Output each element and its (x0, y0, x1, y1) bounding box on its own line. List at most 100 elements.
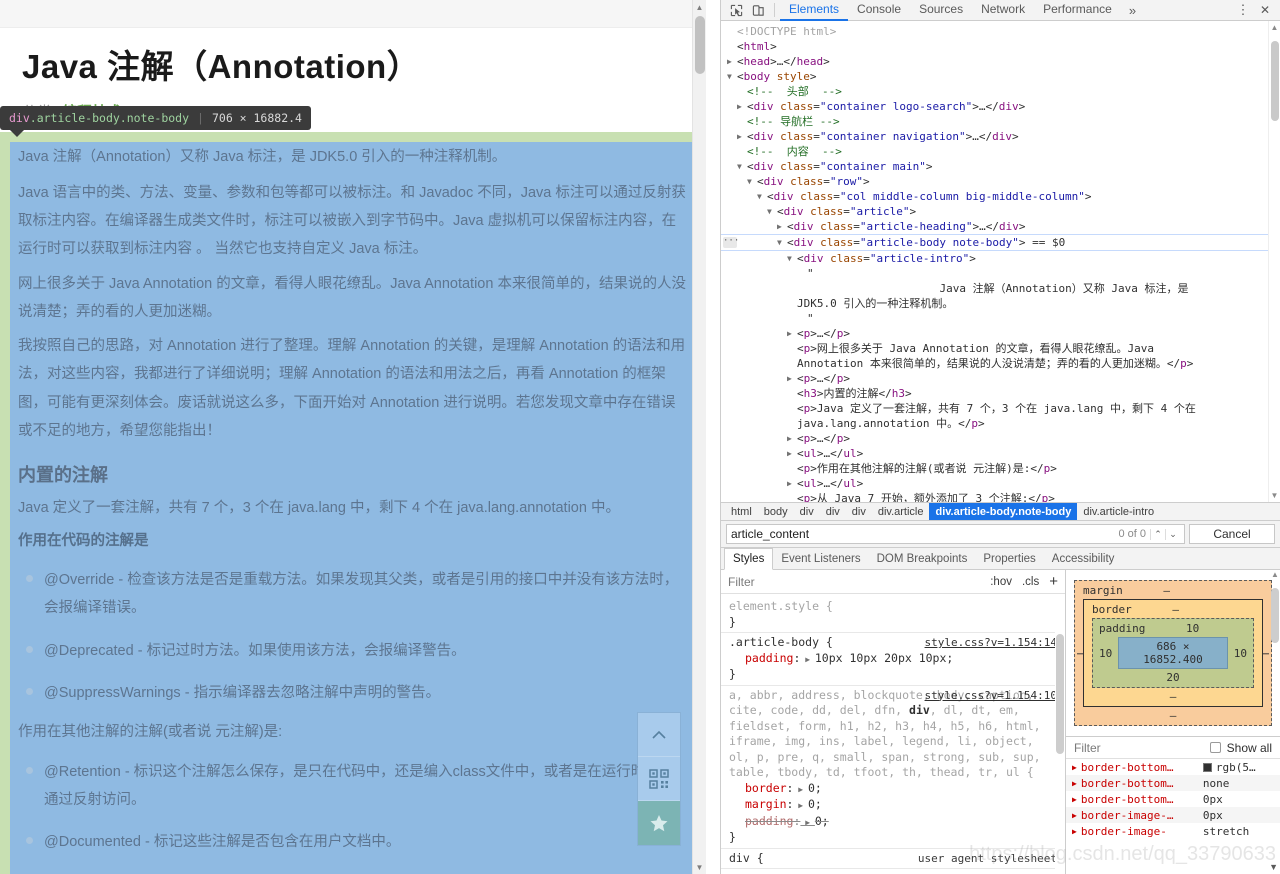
styles-filter-input[interactable]: Filter (728, 575, 980, 589)
margin-bottom-value[interactable]: – (1083, 709, 1263, 722)
dom-node[interactable]: ▼ <body style> (721, 69, 1280, 84)
computed-property-row[interactable]: ▶ border-bottom… none (1066, 775, 1280, 791)
back-to-top-button[interactable] (638, 713, 680, 757)
expand-triangle-icon[interactable]: ▶ (737, 114, 747, 129)
expand-triangle-icon[interactable]: ▶ (797, 266, 807, 281)
dom-node[interactable]: ▶<!-- 导航栏 --> (721, 114, 1280, 129)
dom-node[interactable]: ▶" (721, 311, 1280, 326)
expand-triangle-icon[interactable]: ▶ (787, 341, 797, 356)
dom-node[interactable]: ▶ <div class="container logo-search">…</d… (721, 99, 1280, 114)
expand-triangle-icon[interactable]: ▶ (787, 371, 797, 386)
dom-node[interactable]: ▶ <head>…</head> (721, 54, 1280, 69)
padding-bottom-value[interactable]: 20 (1099, 671, 1247, 684)
dom-tree[interactable]: ▶<!DOCTYPE html>▶<html>▶<head>…</head>▼<… (721, 21, 1280, 502)
dom-node[interactable]: ▶ <p>…</p> (721, 371, 1280, 386)
collapse-triangle-icon[interactable]: ▼ (767, 204, 777, 219)
inspect-element-icon[interactable] (725, 1, 747, 20)
css-property[interactable]: padding: ▶ 0; (729, 814, 1057, 831)
scroll-up-arrow-icon[interactable]: ▲ (693, 0, 706, 14)
css-rule[interactable]: .article-body {style.css?v=1.154:14 paddi… (721, 633, 1065, 686)
dom-scrollbar-thumb[interactable] (1271, 41, 1279, 121)
tab-network[interactable]: Network (972, 0, 1034, 21)
dom-scroll-down-icon[interactable]: ▼ (1269, 491, 1280, 500)
dom-node[interactable]: ▶<p>Java 定义了一套注解，共有 7 个，3 个在 java.lang 中… (721, 401, 1280, 416)
dom-overflow-badge[interactable]: ··· (723, 237, 739, 248)
css-rule[interactable]: div {user agent stylesheet (721, 849, 1065, 869)
dom-node[interactable]: ▶<!-- 内容 --> (721, 144, 1280, 159)
expand-triangle-icon[interactable]: ▶ (777, 219, 787, 234)
breadcrumb-item[interactable]: html (725, 503, 758, 520)
dom-node[interactable]: ▶ <div class="container navigation">…</di… (721, 129, 1280, 144)
padding-top-value[interactable]: 10 (1186, 622, 1199, 635)
expand-triangle-icon[interactable]: ▶ (787, 386, 797, 401)
expand-triangle-icon[interactable]: ▶ (737, 129, 747, 144)
dom-node[interactable]: ▶java.lang.annotation 中。</p> (721, 416, 1280, 431)
dom-node[interactable]: ▶JDK5.0 引入的一种注释机制。 (721, 296, 1280, 311)
expand-triangle-icon[interactable]: ▶ (727, 39, 737, 54)
computed-property-row[interactable]: ▶ border-image-stretch (1066, 823, 1280, 839)
computed-scroll-down-icon[interactable]: ▼ (1269, 862, 1278, 872)
close-devtools-icon[interactable]: ✕ (1254, 1, 1276, 20)
css-rule[interactable]: a, abbr, address, blockquote, body, capt… (721, 686, 1065, 849)
dom-node[interactable]: ▶<html> (721, 39, 1280, 54)
breadcrumb-item[interactable]: body (758, 503, 794, 520)
expand-triangle-icon[interactable]: ▶ (787, 476, 797, 491)
computed-property-row[interactable]: ▶ border-bottom… 0px (1066, 791, 1280, 807)
border-bottom-value[interactable]: – (1092, 690, 1254, 703)
expand-triangle-icon[interactable]: ▶ (797, 281, 807, 296)
computed-scroll-up-icon[interactable]: ▲ (1270, 570, 1280, 579)
dom-node[interactable]: ▶" (721, 266, 1280, 281)
dom-node[interactable]: ▶Annotation 本来很简单的，结果说的人没说清楚；弄的看的人更加迷糊。<… (721, 356, 1280, 371)
dom-node[interactable]: ▶<p>作用在其他注解的注解(或者说 元注解)是:</p> (721, 461, 1280, 476)
qr-code-button[interactable] (638, 757, 680, 801)
expand-triangle-icon[interactable]: ▶ (787, 356, 797, 371)
border-top-value[interactable]: – (1172, 603, 1179, 616)
dom-node[interactable]: ▶ <p>…</p> (721, 326, 1280, 341)
collapse-triangle-icon[interactable]: ▼ (737, 159, 747, 174)
expand-triangle-icon[interactable]: ▶ (1072, 763, 1077, 772)
expand-triangle-icon[interactable]: ▶ (727, 24, 737, 39)
expand-triangle-icon[interactable]: ▶ (1072, 795, 1077, 804)
dom-node[interactable]: ▼ <div class="article-intro"> (721, 251, 1280, 266)
expand-triangle-icon[interactable]: ▶ (797, 311, 807, 326)
computed-property-row[interactable]: ▶ border-image-… 0px (1066, 807, 1280, 823)
css-property[interactable]: margin: ▶ 0; (729, 797, 1057, 814)
dom-node[interactable]: ▶<!-- 头部 --> (721, 84, 1280, 99)
dom-node[interactable]: ▼ <div class="article"> (721, 204, 1280, 219)
css-rule-origin-link[interactable]: user agent stylesheet (918, 851, 1057, 867)
page-scrollbar[interactable]: ▲ ▼ (692, 0, 706, 874)
dom-node[interactable]: ▼ <div class="col middle-column big-middl… (721, 189, 1280, 204)
padding-right-value[interactable]: 10 (1234, 647, 1247, 660)
computed-property-row[interactable]: ▶ border-bottom… rgb(5… (1066, 759, 1280, 775)
dom-node[interactable]: ▶ <p>…</p> (721, 431, 1280, 446)
expand-triangle-icon[interactable]: ▶ (787, 491, 797, 502)
dom-node[interactable]: ▶ <ul>…</ul> (721, 476, 1280, 491)
expand-triangle-icon[interactable]: ▶ (727, 54, 737, 69)
computed-scrollbar[interactable]: ▲ (1270, 570, 1280, 690)
show-all-checkbox[interactable] (1209, 742, 1221, 753)
styles-tab-event-listeners[interactable]: Event Listeners (773, 548, 868, 569)
search-input[interactable]: article_content 0 of 0 ⌃ ⌄ (726, 524, 1185, 544)
breadcrumb-item[interactable]: div.article-intro (1077, 503, 1160, 520)
search-prev-icon[interactable]: ⌃ (1150, 528, 1165, 540)
expand-triangle-icon[interactable]: ▶ (787, 461, 797, 476)
styles-tab-styles[interactable]: Styles (724, 548, 774, 570)
padding-left-value[interactable]: 10 (1099, 647, 1112, 660)
styles-tab-accessibility[interactable]: Accessibility (1044, 548, 1123, 569)
favorite-button[interactable] (638, 801, 680, 845)
css-property[interactable]: padding: ▶ 10px 10px 20px 10px; (729, 651, 1057, 668)
more-tabs-icon[interactable]: » (1121, 0, 1144, 21)
computed-filter-input[interactable]: Filter (1074, 741, 1204, 755)
dom-node[interactable]: ▶ Java 注解（Annotation）又称 Java 标注，是 (721, 281, 1280, 296)
devtools-menu-icon[interactable]: ⋮ (1232, 1, 1254, 20)
cancel-button[interactable]: Cancel (1189, 524, 1275, 544)
expand-triangle-icon[interactable]: ▶ (787, 431, 797, 446)
tab-console[interactable]: Console (848, 0, 910, 21)
show-all-label[interactable]: Show all (1227, 741, 1272, 755)
breadcrumb-item[interactable]: div (820, 503, 846, 520)
css-property[interactable]: border: ▶ 0; (729, 781, 1057, 798)
dom-tree-scrollbar[interactable]: ▲ ▼ (1268, 21, 1280, 502)
expand-triangle-icon[interactable]: ▶ (787, 296, 797, 311)
page-scrollbar-thumb[interactable] (695, 16, 705, 74)
dom-node[interactable]: ▶<p>网上很多关于 Java Annotation 的文章，看得人眼花缭乱。J… (721, 341, 1280, 356)
